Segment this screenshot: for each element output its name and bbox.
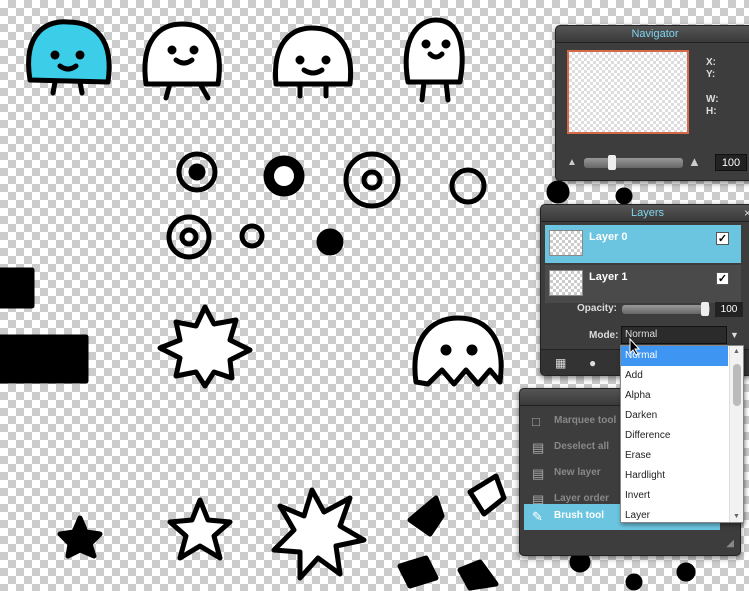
deselect-icon: ▤ — [532, 440, 545, 455]
navigator-thumbnail[interactable] — [567, 50, 689, 134]
mode-option[interactable]: Erase — [621, 446, 728, 466]
layer-name: Layer 0 — [589, 231, 628, 243]
resize-handle-icon[interactable]: ◢ — [726, 538, 734, 549]
white-blob-doodle — [142, 21, 222, 101]
mode-option[interactable]: Layer — [621, 506, 728, 526]
history-item-label: Marquee tool — [554, 415, 617, 426]
layer-visibility-checkbox[interactable]: ✓ — [716, 272, 729, 285]
layer-thumbnail — [549, 270, 583, 296]
navigator-title[interactable]: Navigator — [556, 26, 749, 43]
layer-mask-icon[interactable]: ● — [589, 356, 596, 370]
zoom-slider-handle[interactable] — [608, 155, 616, 170]
layers-title[interactable]: Layers — [541, 205, 749, 222]
zoom-slider[interactable] — [584, 158, 683, 168]
marquee-icon: □ — [532, 414, 540, 429]
layer-row-1[interactable]: Layer 1 ✓ — [545, 265, 741, 303]
w-label: W: — [706, 94, 719, 105]
mode-option[interactable]: Darken — [621, 406, 728, 426]
new-layer-icon: ▤ — [532, 466, 545, 481]
mode-option[interactable]: Add — [621, 366, 728, 386]
mode-option[interactable]: Invert — [621, 486, 728, 506]
h-label: H: — [706, 106, 717, 117]
zoom-input[interactable]: 100 — [715, 154, 747, 171]
layer-visibility-checkbox[interactable]: ✓ — [716, 232, 729, 245]
dropdown-scrollbar[interactable]: ▲ ▼ — [729, 346, 743, 522]
scroll-down-icon[interactable]: ▼ — [733, 513, 740, 520]
opacity-slider-handle[interactable] — [701, 302, 709, 316]
mouse-cursor-icon — [629, 338, 641, 356]
scrollbar-thumb[interactable] — [733, 364, 741, 406]
navigator-panel: Navigator X: Y: W: H: ▲ ▲ 100 — [555, 25, 749, 181]
mode-dropdown-list[interactable]: Normal Add Alpha Darken Difference Erase… — [620, 345, 744, 523]
mode-option[interactable]: Difference — [621, 426, 728, 446]
blue-blob-doodle — [26, 19, 112, 96]
history-item-label: Deselect all — [554, 441, 610, 452]
opacity-input[interactable]: 100 — [715, 302, 743, 317]
close-icon[interactable]: × — [744, 206, 749, 220]
opacity-slider[interactable] — [622, 305, 710, 314]
mode-label: Mode: — [589, 330, 619, 341]
y-label: Y: — [706, 69, 716, 80]
history-item-label: New layer — [554, 467, 601, 478]
plain-blob-doodle — [272, 25, 354, 99]
history-item-label: Layer order — [554, 493, 610, 504]
history-item-label: Brush tool — [554, 510, 604, 521]
zoom-in-icon[interactable]: ▲ — [688, 154, 701, 169]
mode-option[interactable]: Alpha — [621, 386, 728, 406]
zoom-out-icon[interactable]: ▲ — [567, 157, 577, 168]
layer-name: Layer 1 — [589, 271, 628, 283]
tall-blob-doodle — [403, 17, 465, 103]
mode-option[interactable]: Hardlight — [621, 466, 728, 486]
layer-thumbnail — [549, 230, 583, 256]
chevron-down-icon[interactable]: ▼ — [730, 330, 739, 340]
layer-row-0[interactable]: Layer 0 ✓ — [545, 225, 741, 263]
layer-settings-icon[interactable]: ▦ — [555, 356, 566, 370]
opacity-label: Opacity: — [577, 303, 618, 314]
x-label: X: — [706, 57, 716, 68]
brush-icon: ✎ — [532, 509, 543, 524]
scroll-up-icon[interactable]: ▲ — [733, 348, 740, 355]
